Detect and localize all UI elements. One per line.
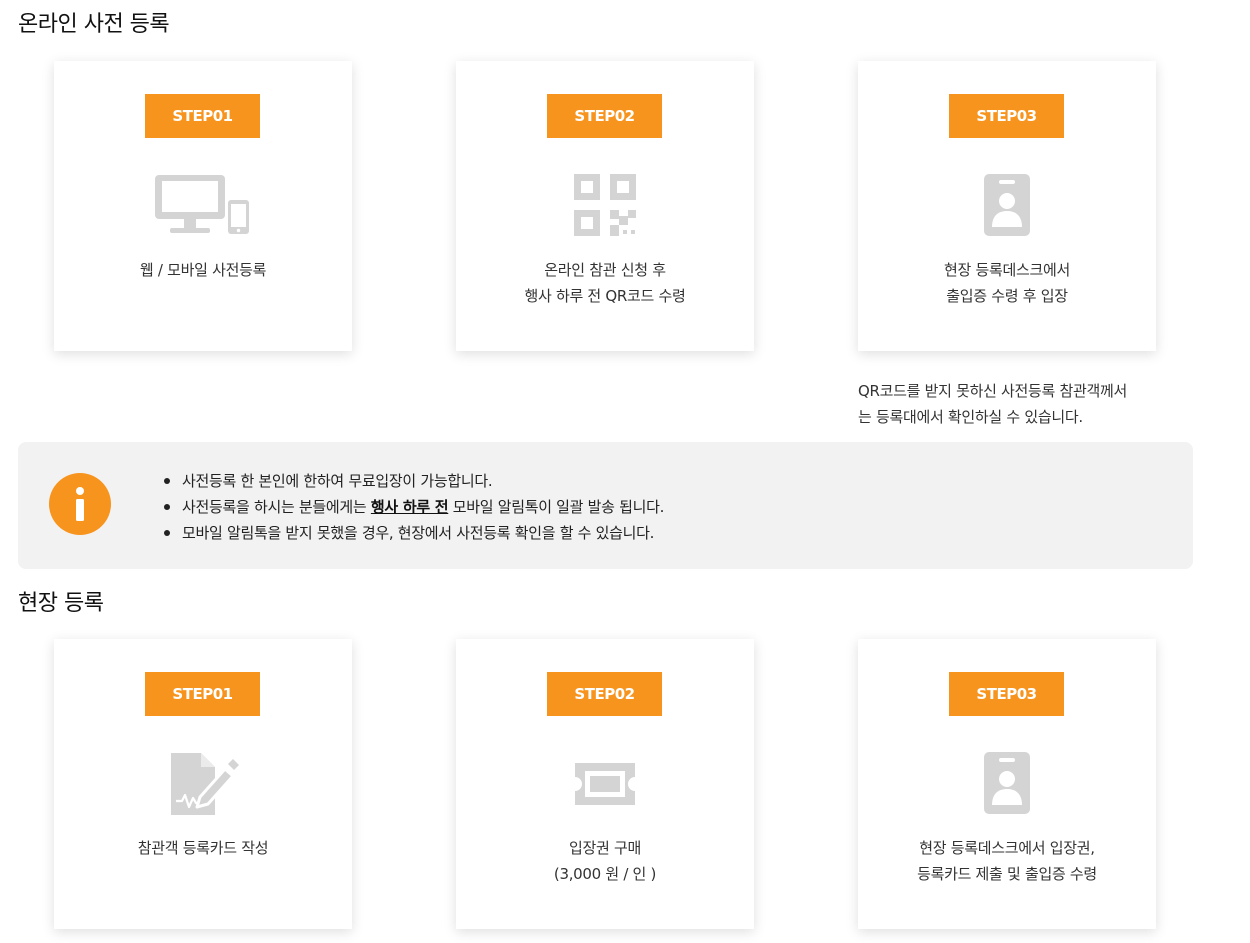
onsite-step-1-card: STEP01 참관객 등록카드 작성 <box>54 639 352 929</box>
id-badge-icon <box>858 173 1156 239</box>
step-badge: STEP02 <box>547 94 662 138</box>
monitor-mobile-icon <box>54 173 352 239</box>
step-description: 참관객 등록카드 작성 <box>137 839 269 857</box>
step-description: 현장 등록데스크에서 입장권, 등록카드 제출 및 출입증 수령 <box>917 839 1097 883</box>
step-badge: STEP02 <box>547 672 662 716</box>
step-description: 입장권 구매 (3,000 원 / 인 ) <box>553 839 657 883</box>
ticket-icon <box>456 751 754 817</box>
info-item: 사전등록을 하시는 분들에게는 행사 하루 전 모바일 알림톡이 일괄 발송 됩… <box>164 494 664 520</box>
onsite-step-2-card: STEP02 입장권 구매 (3,000 원 / 인 ) <box>456 639 754 929</box>
step-badge: STEP03 <box>949 672 1064 716</box>
info-item: 사전등록 한 본인에 한하여 무료입장이 가능합니다. <box>164 468 664 494</box>
info-box: 사전등록 한 본인에 한하여 무료입장이 가능합니다. 사전등록을 하시는 분들… <box>18 442 1193 569</box>
info-list: 사전등록 한 본인에 한하여 무료입장이 가능합니다. 사전등록을 하시는 분들… <box>164 468 664 546</box>
step-badge: STEP01 <box>145 94 260 138</box>
step-description: 현장 등록데스크에서 출입증 수령 후 입장 <box>944 261 1070 305</box>
id-badge-icon <box>858 751 1156 817</box>
step-description: 웹 / 모바일 사전등록 <box>139 261 267 279</box>
online-registration-title: 온라인 사전 등록 <box>18 12 170 37</box>
onsite-step-3-card: STEP03 현장 등록데스크에서 입장권, 등록카드 제출 및 출입증 수령 <box>858 639 1156 929</box>
step-badge: STEP01 <box>145 672 260 716</box>
online-step-1-card: STEP01 웹 / 모바일 사전등록 <box>54 61 352 351</box>
step-description: 온라인 참관 신청 후 행사 하루 전 QR코드 수령 <box>524 261 686 305</box>
qr-code-icon <box>456 173 754 239</box>
registration-form-icon <box>54 751 352 817</box>
onsite-registration-title: 현장 등록 <box>18 591 104 616</box>
online-step-3-card: STEP03 현장 등록데스크에서 출입증 수령 후 입장 <box>858 61 1156 351</box>
step-badge: STEP03 <box>949 94 1064 138</box>
emphasis-text: 행사 하루 전 <box>370 498 449 516</box>
info-item: 모바일 알림톡을 받지 못했을 경우, 현장에서 사전등록 확인을 할 수 있습… <box>164 520 664 546</box>
info-icon <box>49 473 111 535</box>
online-step-2-card: STEP02 온라인 참관 신청 후 행사 하루 전 QR코드 수령 <box>456 61 754 351</box>
qr-missing-note: QR코드를 받지 못하신 사전등록 참관객께서 는 등록대에서 확인하실 수 있… <box>858 382 1128 426</box>
